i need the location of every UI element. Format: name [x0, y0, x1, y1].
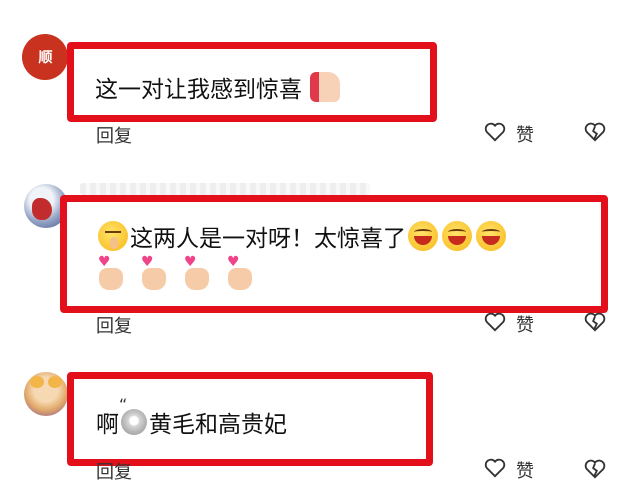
comment-text-body: 黄毛和高贵妃 — [149, 412, 287, 438]
reply-button[interactable]: 回复 — [96, 312, 132, 338]
like-heart-icon[interactable] — [484, 312, 506, 332]
laughing-face-icon — [408, 221, 438, 251]
laughing-face-icon — [476, 221, 506, 251]
comment-text: 这一对让我感到惊喜 — [95, 70, 340, 104]
like-button-label[interactable]: 赞 — [516, 121, 534, 147]
finger-heart-icon — [138, 254, 168, 292]
thumbs-up-icon — [310, 72, 340, 102]
laughing-face-icon — [442, 221, 472, 251]
dislike-broken-heart-icon[interactable] — [584, 311, 606, 333]
avatar-figure — [48, 376, 62, 388]
avatar-figure — [32, 198, 52, 220]
shushing-face-icon — [98, 221, 128, 251]
finger-heart-icon — [95, 254, 125, 292]
comment-text-body: 这一对让我感到惊喜 — [95, 77, 302, 103]
like-button-label[interactable]: 赞 — [516, 311, 534, 337]
comment-text-body: 啊 — [96, 412, 119, 438]
avatar-figure — [30, 376, 44, 388]
reply-button[interactable]: 回复 — [96, 458, 132, 484]
emoji-row — [95, 254, 267, 292]
like-heart-icon[interactable] — [484, 458, 506, 478]
comment-text: 这两人是一对呀！太惊喜了 — [96, 219, 508, 253]
finger-heart-icon — [224, 254, 254, 292]
username-blurred — [80, 183, 370, 195]
like-heart-icon[interactable] — [484, 122, 506, 142]
avatar[interactable]: 顺 — [22, 34, 68, 80]
comment-text-body: 这两人是一对呀！太惊喜了 — [130, 226, 406, 252]
reply-button[interactable]: 回复 — [96, 122, 132, 148]
avatar[interactable] — [24, 372, 68, 416]
like-button-label[interactable]: 赞 — [516, 457, 534, 483]
finger-heart-icon — [181, 254, 211, 292]
dislike-broken-heart-icon[interactable] — [584, 121, 606, 143]
avatar-seal-text: 顺 — [38, 50, 53, 66]
dizzy-face-icon — [119, 395, 147, 435]
comment-text: 啊 黄毛和高贵妃 — [96, 395, 287, 439]
